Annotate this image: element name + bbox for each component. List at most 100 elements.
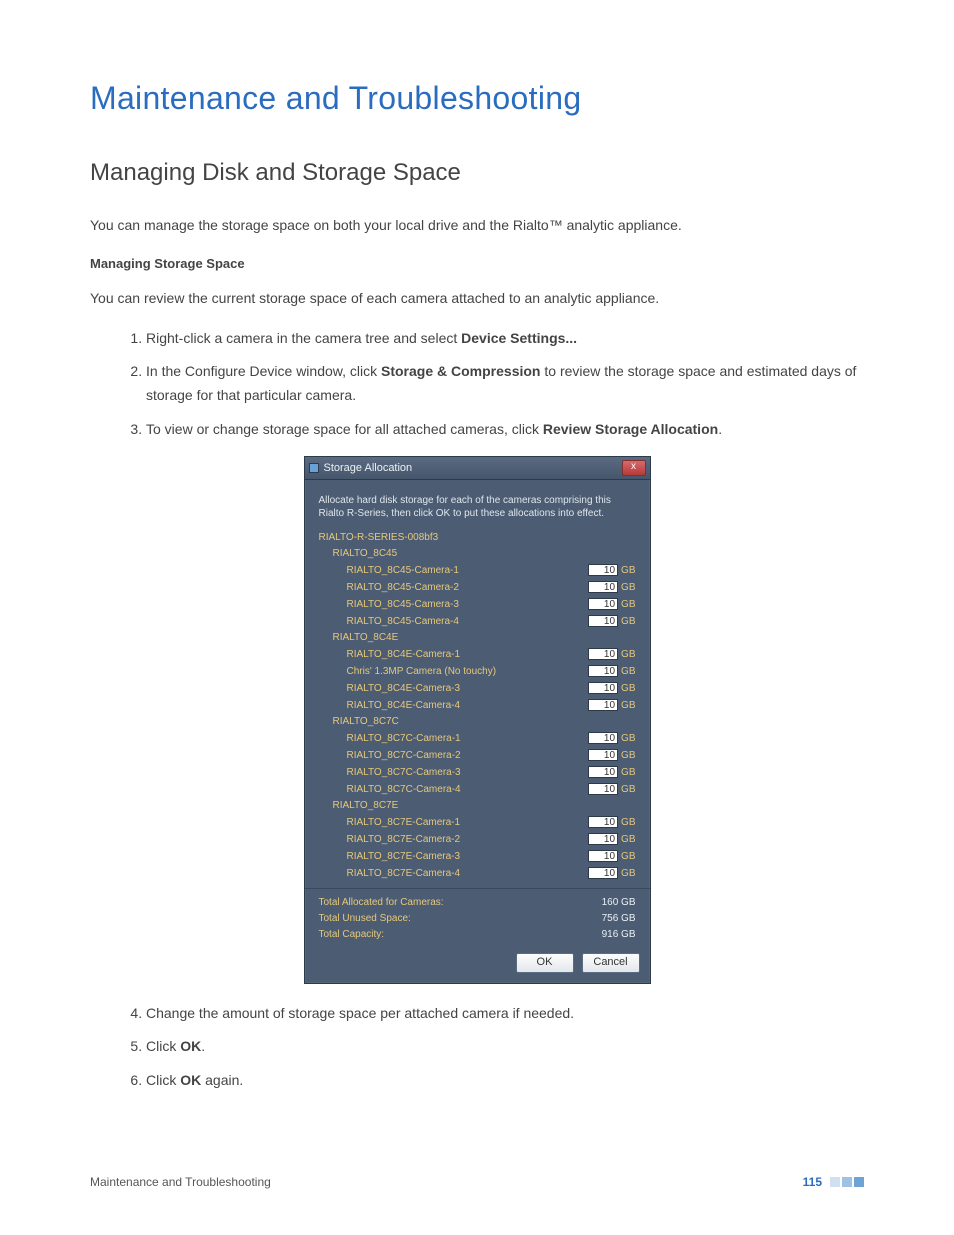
- unit-label: GB: [621, 817, 635, 828]
- unit-label: GB: [621, 868, 635, 879]
- total-value: 160 GB: [602, 897, 636, 908]
- footer-title: Maintenance and Troubleshooting: [90, 1175, 271, 1189]
- row-label: RIALTO_8C7C-Camera-1: [347, 733, 461, 744]
- row-label: RIALTO_8C4E-Camera-3: [347, 683, 461, 694]
- total-label: Total Unused Space:: [319, 913, 411, 924]
- app-icon: [309, 463, 319, 473]
- group-row: RIALTO_8C4E: [319, 630, 636, 646]
- row-label: RIALTO_8C4E-Camera-1: [347, 649, 461, 660]
- storage-input[interactable]: [588, 682, 618, 694]
- subsection-title: Managing Storage Space: [90, 254, 864, 274]
- camera-tree: RIALTO-R-SERIES-008bf3 RIALTO_8C45 RIALTO_…: [305, 528, 650, 888]
- row-label: Chris' 1.3MP Camera (No touchy): [347, 666, 497, 677]
- totals-section: Total Allocated for Cameras:160 GB Total …: [305, 888, 650, 947]
- step-6: Click OK again.: [146, 1069, 864, 1093]
- storage-input[interactable]: [588, 648, 618, 660]
- total-row: Total Allocated for Cameras:160 GB: [319, 895, 636, 911]
- subsection-paragraph: You can review the current storage space…: [90, 288, 864, 309]
- row-label: RIALTO-R-SERIES-008bf3: [319, 532, 439, 543]
- storage-input[interactable]: [588, 833, 618, 845]
- steps-list-continued: Change the amount of storage space per a…: [90, 1002, 864, 1093]
- dialog-title: Storage Allocation: [324, 462, 413, 474]
- camera-row: RIALTO_8C7E-Camera-1 GB: [319, 814, 636, 831]
- total-value: 916 GB: [602, 929, 636, 940]
- group-row: RIALTO-R-SERIES-008bf3: [319, 530, 636, 546]
- unit-label: GB: [621, 683, 635, 694]
- camera-row: RIALTO_8C4E-Camera-1 GB: [319, 646, 636, 663]
- unit-label: GB: [621, 834, 635, 845]
- camera-row: RIALTO_8C4E-Camera-4GB: [319, 697, 636, 714]
- row-label: RIALTO_8C7C: [333, 716, 399, 727]
- camera-row: RIALTO_8C7C-Camera-4 GB: [319, 781, 636, 798]
- unit-label: GB: [621, 784, 635, 795]
- total-value: 756 GB: [602, 913, 636, 924]
- page-title: Maintenance and Troubleshooting: [90, 80, 864, 117]
- ok-button[interactable]: OK: [516, 953, 574, 973]
- intro-paragraph: You can manage the storage space on both…: [90, 215, 864, 236]
- camera-row: RIALTO_8C4E-Camera-3 GB: [319, 680, 636, 697]
- page-number: 115: [803, 1175, 822, 1189]
- steps-list: Right-click a camera in the camera tree …: [90, 327, 864, 442]
- camera-row: RIALTO_8C45-Camera-2 GB: [319, 579, 636, 596]
- row-label: RIALTO_8C45-Camera-4: [347, 616, 459, 627]
- row-label: RIALTO_8C45-Camera-2: [347, 582, 459, 593]
- row-label: RIALTO_8C45: [333, 548, 398, 559]
- camera-row: Chris' 1.3MP Camera (No touchy) GB: [319, 663, 636, 680]
- section-heading: Managing Disk and Storage Space: [90, 159, 864, 187]
- total-label: Total Capacity:: [319, 929, 385, 940]
- row-label: RIALTO_8C4E-Camera-4: [347, 700, 461, 711]
- storage-input[interactable]: [588, 816, 618, 828]
- storage-input[interactable]: [588, 598, 618, 610]
- row-label: RIALTO_8C7C-Camera-3: [347, 767, 461, 778]
- camera-row: RIALTO_8C45-Camera-1 GB: [319, 562, 636, 579]
- unit-label: GB: [621, 851, 635, 862]
- close-button[interactable]: x: [622, 460, 646, 476]
- storage-input[interactable]: [588, 665, 618, 677]
- step-3: To view or change storage space for all …: [146, 418, 864, 442]
- unit-label: GB: [621, 599, 635, 610]
- group-row: RIALTO_8C45: [319, 546, 636, 562]
- unit-label: GB: [621, 565, 635, 576]
- total-row: Total Capacity: 916 GB: [319, 927, 636, 943]
- unit-label: GB: [621, 666, 635, 677]
- dialog-titlebar[interactable]: Storage Allocation x: [305, 457, 650, 480]
- row-label: RIALTO_8C7E-Camera-1: [347, 817, 461, 828]
- storage-input[interactable]: [588, 783, 618, 795]
- camera-row: RIALTO_8C7C-Camera-1 GB: [319, 730, 636, 747]
- unit-label: GB: [621, 649, 635, 660]
- storage-input[interactable]: [588, 564, 618, 576]
- row-label: RIALTO_8C45-Camera-3: [347, 599, 459, 610]
- step-2: In the Configure Device window, click St…: [146, 360, 864, 408]
- step-4: Change the amount of storage space per a…: [146, 1002, 864, 1026]
- row-label: RIALTO_8C7E-Camera-3: [347, 851, 461, 862]
- group-row: RIALTO_8C7E: [319, 798, 636, 814]
- storage-allocation-dialog: Storage Allocation x Allocate hard disk …: [304, 456, 651, 984]
- dialog-description: Allocate hard disk storage for each of t…: [305, 480, 650, 528]
- row-label: RIALTO_8C7E-Camera-2: [347, 834, 461, 845]
- storage-input[interactable]: [588, 581, 618, 593]
- storage-input[interactable]: [588, 732, 618, 744]
- camera-row: RIALTO_8C7C-Camera-2GB: [319, 747, 636, 764]
- row-label: RIALTO_8C7E: [333, 800, 399, 811]
- row-label: RIALTO_8C4E: [333, 632, 399, 643]
- camera-row: RIALTO_8C7E-Camera-2 GB: [319, 831, 636, 848]
- unit-label: GB: [621, 616, 635, 627]
- storage-input[interactable]: [588, 867, 618, 879]
- storage-input[interactable]: [588, 850, 618, 862]
- camera-row: RIALTO_8C7E-Camera-3 GB: [319, 848, 636, 865]
- unit-label: GB: [621, 582, 635, 593]
- row-label: RIALTO_8C45-Camera-1: [347, 565, 459, 576]
- cancel-button[interactable]: Cancel: [582, 953, 640, 973]
- storage-input[interactable]: [588, 615, 618, 627]
- storage-input[interactable]: [588, 766, 618, 778]
- storage-input[interactable]: [588, 699, 618, 711]
- row-label: RIALTO_8C7C-Camera-2: [347, 750, 461, 761]
- storage-input[interactable]: [588, 749, 618, 761]
- camera-row: RIALTO_8C45-Camera-4 GB: [319, 613, 636, 630]
- unit-label: GB: [621, 733, 635, 744]
- unit-label: GB: [621, 767, 635, 778]
- step-5: Click OK.: [146, 1035, 864, 1059]
- camera-row: RIALTO_8C7E-Camera-4GB: [319, 865, 636, 882]
- row-label: RIALTO_8C7C-Camera-4: [347, 784, 461, 795]
- group-row: RIALTO_8C7C: [319, 714, 636, 730]
